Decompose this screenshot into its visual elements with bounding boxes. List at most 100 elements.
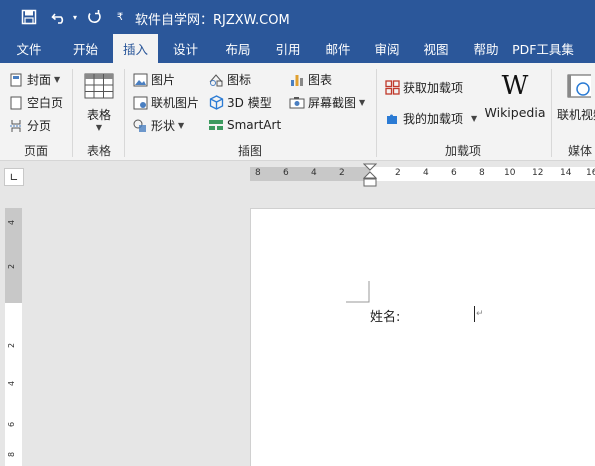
ruler-tick-label: 4 [311, 168, 317, 178]
blank-page-label: 空白页 [27, 96, 64, 110]
ruler-tick-label: 6 [451, 168, 457, 178]
tab-selector-button[interactable]: ∟ [4, 168, 24, 186]
wikipedia-icon: W [501, 71, 529, 101]
ribbon-tabs: 文件 开始 插入 设计 布局 引用 邮件 审阅 视图 帮助 PDF工具集 [0, 34, 595, 63]
group-label-addins: 加载项 [445, 144, 482, 158]
ruler-tick-label: 8 [255, 168, 261, 178]
store-icon [384, 80, 400, 96]
vruler-tick-label: 4 [7, 219, 17, 226]
indent-marker[interactable] [362, 163, 378, 190]
smartart-label: SmartArt [227, 118, 282, 132]
customize-icon[interactable]: ₹ [114, 7, 126, 27]
group-separator [376, 69, 377, 157]
ruler-tick-label: 14 [560, 168, 572, 178]
online-video-button[interactable]: 联机视频 [557, 73, 595, 123]
document-page[interactable] [250, 208, 595, 466]
tab-layout[interactable]: 布局 [213, 34, 263, 63]
table-icon [84, 73, 114, 102]
title-bar: ▾ ₹ 软件自学网：RJZXW.COM [0, 0, 595, 34]
ribbon-insert: 封面 ▼ 空白页 分页 页面 表格 ▼ 表格 图片 联机图片 形状 ▼ 图标 3D … [0, 63, 595, 161]
ruler-tick-label: 10 [504, 168, 516, 178]
ruler-tick-label: 2 [339, 168, 345, 178]
table-button[interactable]: 表格 ▼ [82, 73, 116, 135]
screenshot-button[interactable]: 屏幕截图 ▼ [289, 94, 365, 111]
save-icon[interactable] [18, 7, 40, 27]
screenshot-label: 屏幕截图 [308, 96, 357, 110]
tab-home[interactable]: 开始 [58, 34, 113, 63]
tab-stop-icon: ∟ [9, 170, 19, 184]
chevron-down-icon: ▼ [54, 75, 61, 84]
cover-page-icon [8, 72, 24, 88]
3d-model-label: 3D 模型 [227, 96, 272, 110]
blank-page-icon [8, 95, 24, 111]
icons-button[interactable]: 图标 [208, 71, 251, 88]
ruler-margin-left [250, 167, 370, 181]
group-label-illustrations: 插图 [238, 144, 263, 158]
shapes-button[interactable]: 形状 ▼ [132, 117, 184, 134]
undo-icon[interactable] [48, 7, 70, 27]
table-label: 表格 [86, 108, 111, 122]
chevron-down-icon: ▼ [359, 98, 366, 107]
tab-insert[interactable]: 插入 [113, 34, 158, 63]
chevron-down-icon: ▼ [471, 114, 478, 123]
icons-icon [208, 72, 224, 88]
undo-dropdown-icon[interactable]: ▾ [70, 7, 80, 27]
page-break-label: 分页 [27, 119, 52, 133]
tab-references[interactable]: 引用 [263, 34, 313, 63]
tab-file[interactable]: 文件 [0, 34, 58, 63]
window-title: 软件自学网：RJZXW.COM [135, 13, 290, 28]
group-label-pages: 页面 [24, 144, 49, 158]
page-break-button[interactable]: 分页 [8, 117, 51, 134]
group-label-media: 媒体 [568, 144, 593, 158]
my-addins-button[interactable]: 我的加载项 ▼ [384, 110, 477, 127]
tab-mailings[interactable]: 邮件 [313, 34, 363, 63]
ruler-tick-label: 4 [423, 168, 429, 178]
group-separator [124, 69, 125, 157]
group-separator [72, 69, 73, 157]
tab-view[interactable]: 视图 [411, 34, 461, 63]
group-label-tables: 表格 [87, 144, 112, 158]
text-cursor [474, 306, 475, 322]
picture-icon [132, 72, 148, 88]
get-addins-button[interactable]: 获取加载项 [384, 79, 463, 96]
video-icon [557, 73, 595, 104]
online-picture-button[interactable]: 联机图片 [132, 94, 199, 111]
online-picture-label: 联机图片 [151, 96, 200, 110]
online-video-label: 联机视频 [557, 108, 595, 122]
vruler-tick-label: 2 [7, 342, 17, 349]
chevron-down-icon: ▼ [178, 121, 185, 130]
tab-review[interactable]: 审阅 [363, 34, 411, 63]
tab-design[interactable]: 设计 [158, 34, 213, 63]
group-separator [551, 69, 552, 157]
ruler-tick-label: 16 [586, 168, 595, 178]
online-picture-icon [132, 95, 148, 111]
horizontal-ruler[interactable]: 8 6 4 2 2 4 6 8 10 12 14 16 [0, 161, 595, 187]
vruler-tick-label: 4 [7, 380, 17, 387]
picture-button[interactable]: 图片 [132, 71, 175, 88]
wikipedia-button[interactable]: W Wikipedia [484, 73, 546, 123]
redo-icon[interactable] [84, 7, 104, 27]
3d-model-button[interactable]: 3D 模型▼ [208, 94, 281, 111]
cover-page-button[interactable]: 封面 ▼ [8, 71, 60, 88]
document-text-name[interactable]: 姓名: [370, 306, 400, 325]
chart-button[interactable]: 图表 [289, 71, 332, 88]
page-break-icon [8, 118, 24, 134]
cube-icon [208, 95, 224, 111]
blank-page-button[interactable]: 空白页 [8, 94, 63, 111]
get-addins-label: 获取加载项 [403, 81, 464, 95]
ruler-tick-label: 2 [395, 168, 401, 178]
chevron-down-icon: ▼ [95, 123, 103, 132]
screenshot-icon [289, 95, 305, 111]
puzzle-icon [384, 111, 400, 127]
shapes-icon [132, 118, 148, 134]
tab-help[interactable]: 帮助 [461, 34, 511, 63]
smartart-button[interactable]: SmartArt [208, 117, 281, 133]
vruler-tick-label: 8 [7, 451, 17, 458]
tab-pdf-tools[interactable]: PDF工具集 [511, 34, 575, 63]
picture-label: 图片 [151, 73, 176, 87]
shapes-label: 形状 [151, 119, 176, 133]
wikipedia-label: Wikipedia [484, 105, 546, 120]
my-addins-label: 我的加载项 [403, 112, 464, 126]
ruler-tick-label: 8 [479, 168, 485, 178]
vruler-tick-label: 2 [7, 263, 17, 270]
